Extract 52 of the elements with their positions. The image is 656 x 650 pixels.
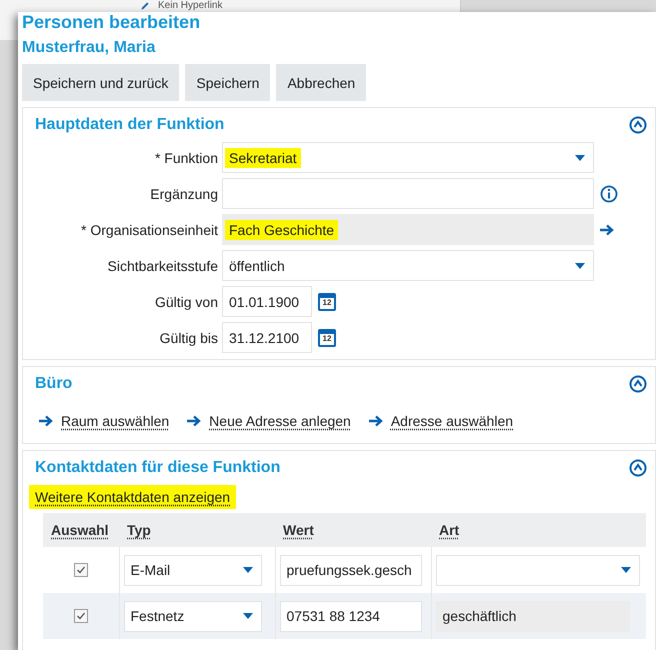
column-header[interactable]: Typ: [127, 522, 151, 538]
column-header[interactable]: Wert: [283, 522, 314, 538]
section-title: Büro: [35, 375, 72, 393]
dropdown-caret-icon: [620, 567, 630, 573]
checkbox[interactable]: [74, 563, 88, 577]
dropdown-caret-icon: [242, 613, 252, 619]
checkmark-icon: [76, 611, 86, 621]
field-label: * Organisationseinheit: [80, 222, 219, 238]
show-more-link[interactable]: Weitere Kontaktdaten anzeigen: [29, 485, 236, 509]
dialog-title: Personen bearbeiten: [22, 12, 202, 32]
column-header[interactable]: Art: [439, 522, 460, 538]
person-name: Musterfrau, Maria: [22, 38, 156, 58]
field-label: Ergänzung: [149, 186, 219, 202]
action-link[interactable]: Adresse auswählen: [390, 413, 514, 429]
select-field[interactable]: Sekretariat: [222, 142, 594, 173]
section-title: Kontaktdaten für diese Funktion: [35, 459, 280, 477]
arrow-right-icon[interactable]: [600, 224, 614, 236]
collapse-icon[interactable]: [629, 459, 647, 477]
arrow-right-icon: [39, 415, 53, 427]
checkbox[interactable]: [74, 609, 88, 623]
readonly-field: Fach Geschichte: [222, 214, 594, 245]
date-field[interactable]: 01.01.1900: [222, 286, 312, 317]
text-field[interactable]: pruefungssek.gesch: [280, 554, 422, 586]
action-button[interactable]: Speichern und zurück: [22, 64, 180, 101]
action-button[interactable]: Abbrechen: [276, 64, 366, 101]
field-label: * Funktion: [154, 150, 219, 166]
calendar-icon[interactable]: 12: [318, 292, 336, 310]
collapse-icon[interactable]: [629, 375, 647, 393]
select-field[interactable]: Festnetz: [124, 600, 262, 632]
readonly-field: geschäftlich: [436, 600, 630, 632]
section-title: Hauptdaten der Funktion: [35, 116, 224, 134]
column-header[interactable]: Auswahl: [51, 522, 109, 538]
checkmark-icon: [76, 565, 86, 575]
date-field[interactable]: 31.12.2100: [222, 322, 312, 353]
info-icon[interactable]: [600, 184, 618, 202]
dropdown-caret-icon: [575, 154, 585, 160]
action-button[interactable]: Speichern: [185, 64, 270, 101]
action-link[interactable]: Neue Adresse anlegen: [209, 413, 351, 429]
action-link[interactable]: Raum auswählen: [61, 413, 170, 429]
text-field[interactable]: 07531 88 1234: [280, 600, 422, 632]
calendar-icon[interactable]: 12: [318, 328, 336, 346]
field-label: Sichtbarkeitsstufe: [106, 258, 219, 274]
arrow-right-icon: [187, 415, 202, 427]
field-label: Gültig bis: [158, 330, 219, 346]
field-label: Gültig von: [154, 294, 219, 310]
select-field[interactable]: E-Mail: [124, 554, 262, 586]
collapse-icon[interactable]: [629, 116, 647, 134]
arrow-right-icon: [368, 415, 383, 427]
select-field[interactable]: öffentlich: [222, 250, 594, 281]
background-link[interactable]: Kein Hyperlink: [158, 0, 222, 12]
dropdown-caret-icon: [242, 567, 252, 573]
dropdown-caret-icon: [575, 262, 585, 268]
